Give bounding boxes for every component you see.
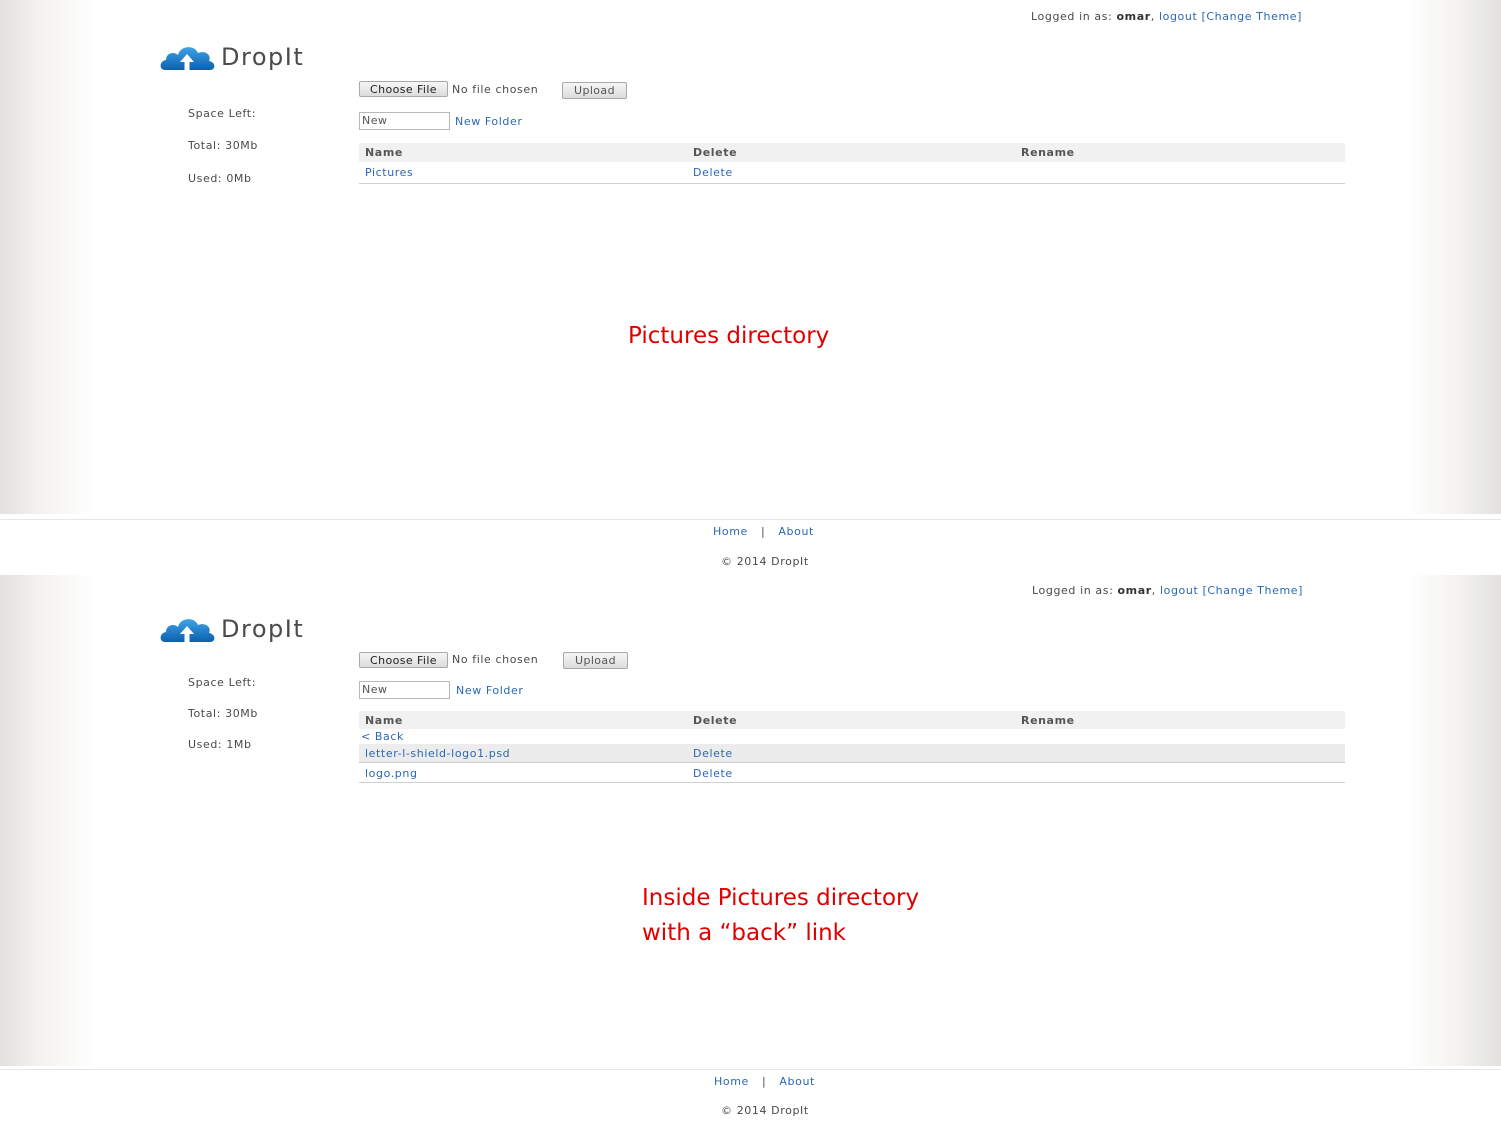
footer-home-link[interactable]: Home [713, 525, 748, 538]
total-space: Total: 30Mb [188, 139, 258, 152]
col-rename-header: Rename [1021, 146, 1075, 159]
footer-links: Home | About [714, 1075, 815, 1088]
folder-name-input[interactable]: New [359, 681, 450, 699]
folder-link-pictures[interactable]: Pictures [365, 166, 413, 179]
file-link[interactable]: logo.png [365, 767, 418, 780]
table-header: Name Delete Rename [359, 143, 1345, 162]
total-space: Total: 30Mb [188, 707, 258, 720]
delete-link[interactable]: Delete [693, 166, 733, 179]
col-delete-header: Delete [693, 146, 738, 159]
dropit-logo[interactable]: DropIt [159, 42, 304, 72]
file-link[interactable]: letter-l-shield-logo1.psd [365, 747, 510, 760]
brand-name: DropIt [221, 43, 305, 71]
username: omar [1116, 10, 1151, 23]
login-status: Logged in as: omar, logout [Change Theme… [1032, 584, 1304, 597]
back-row: < Back [359, 729, 1345, 743]
col-name-header: Name [365, 146, 403, 159]
choose-file-button[interactable]: Choose File [359, 81, 448, 97]
change-theme-link[interactable]: [Change Theme] [1202, 584, 1303, 597]
cloud-upload-icon [160, 47, 215, 70]
file-table: Name Delete Rename < Back letter-l-shiel… [359, 711, 1345, 783]
annotation-line-2: with a “back” link [642, 920, 846, 946]
footer: Home | About © 2014 DropIt [0, 1069, 1501, 1124]
delete-link[interactable]: Delete [693, 767, 733, 780]
logout-link[interactable]: logout [1159, 10, 1197, 23]
back-link[interactable]: < Back [361, 730, 404, 743]
footer-about-link[interactable]: About [778, 525, 814, 538]
annotation-pictures-directory: Pictures directory [628, 323, 830, 349]
table-header: Name Delete Rename [359, 711, 1345, 729]
dropit-logo[interactable]: DropIt [159, 614, 304, 644]
change-theme-link[interactable]: [Change Theme] [1201, 10, 1302, 23]
col-rename-header: Rename [1021, 714, 1075, 727]
space-left-label: Space Left: [188, 107, 257, 120]
file-table: Name Delete Rename Pictures Delete [359, 143, 1345, 184]
table-row: logo.png Delete [359, 763, 1345, 783]
used-space: Used: 1Mb [188, 738, 252, 751]
table-row: letter-l-shield-logo1.psd Delete [359, 744, 1345, 763]
choose-file-button[interactable]: Choose File [359, 652, 448, 668]
new-folder-link[interactable]: New Folder [455, 115, 522, 128]
used-space: Used: 0Mb [188, 172, 252, 185]
annotation-inside-pictures: Inside Pictures directory with a “back” … [642, 881, 919, 951]
cloud-upload-icon [160, 619, 215, 642]
no-file-label: No file chosen [452, 653, 539, 666]
space-left-label: Space Left: [188, 676, 257, 689]
footer: Home | About © 2014 DropIt [0, 519, 1501, 576]
footer-links: Home | About [713, 525, 814, 538]
folder-name-input[interactable]: New [359, 112, 450, 130]
delete-link[interactable]: Delete [693, 747, 733, 760]
annotation-line-1: Inside Pictures directory [642, 885, 920, 911]
no-file-label: No file chosen [452, 83, 539, 96]
screenshot-pictures-directory: Logged in as: omar, logout [Change Theme… [0, 0, 1501, 514]
copyright: © 2014 DropIt [721, 1104, 809, 1117]
username: omar [1117, 584, 1152, 597]
table-row: Pictures Delete [359, 162, 1345, 184]
logout-link[interactable]: logout [1160, 584, 1198, 597]
new-folder-link[interactable]: New Folder [456, 684, 523, 697]
col-delete-header: Delete [693, 714, 738, 727]
footer-about-link[interactable]: About [779, 1075, 815, 1088]
login-status: Logged in as: omar, logout [Change Theme… [1031, 10, 1303, 23]
footer-home-link[interactable]: Home [714, 1075, 749, 1088]
brand-name: DropIt [221, 615, 305, 643]
copyright: © 2014 DropIt [721, 555, 809, 568]
upload-button[interactable]: Upload [563, 652, 628, 669]
screenshot-inside-pictures: Logged in as: omar, logout [Change Theme… [0, 575, 1501, 1066]
upload-button[interactable]: Upload [562, 82, 627, 99]
col-name-header: Name [365, 714, 403, 727]
